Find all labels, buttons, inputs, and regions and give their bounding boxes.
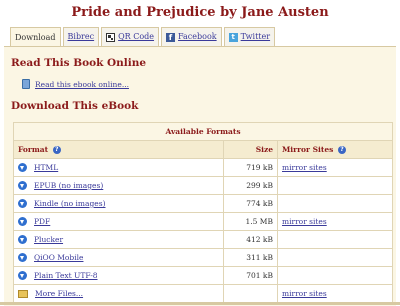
download-icon (18, 181, 27, 190)
qr-code-icon (106, 32, 116, 42)
mirror-cell: mirror sites (277, 158, 393, 177)
tab-qr-code[interactable]: QR Code (101, 27, 160, 46)
format-link-plucker[interactable]: Plucker (34, 235, 63, 244)
format-cell: EPUB (no images) (13, 176, 224, 195)
size-cell: 719 kB (223, 158, 278, 177)
folder-icon (18, 289, 28, 298)
mirror-column-header: Mirror Sites ? (277, 140, 393, 159)
more-files-link[interactable]: More Files... (35, 289, 83, 298)
facebook-icon: f (166, 32, 176, 42)
download-panel: Read This Book Online Read this ebook on… (4, 46, 396, 306)
table-row: Plain Text UTF-8 701 kB (13, 266, 393, 285)
size-cell (223, 284, 278, 303)
mirror-cell (277, 248, 393, 267)
book-icon (22, 79, 30, 89)
mirror-cell (277, 176, 393, 195)
size-cell: 1.5 MB (223, 212, 278, 231)
download-icon (18, 253, 27, 262)
tab-twitter[interactable]: t Twitter (223, 27, 276, 46)
read-online-link[interactable]: Read this ebook online... (35, 80, 129, 89)
format-cell: More Files... (13, 284, 224, 303)
table-row: QiOO Mobile 311 kB (13, 248, 393, 267)
table-row: EPUB (no images) 299 kB (13, 176, 393, 195)
download-icon (18, 235, 27, 244)
mirror-sites-link[interactable]: mirror sites (282, 217, 327, 226)
help-icon[interactable]: ? (337, 146, 346, 154)
size-cell: 299 kB (223, 176, 278, 195)
help-icon[interactable]: ? (52, 146, 61, 154)
mirror-cell: mirror sites (277, 284, 393, 303)
format-cell: Plain Text UTF-8 (13, 266, 224, 285)
tab-twitter-label: Twitter (240, 32, 271, 41)
format-header-label: Format (18, 145, 49, 154)
table-row: Plucker 412 kB (13, 230, 393, 249)
mirror-sites-link[interactable]: mirror sites (282, 289, 327, 298)
tab-bar: Download Bibrec QR Code f Facebook t Twi… (10, 27, 277, 47)
table-caption: Available Formats (13, 122, 393, 141)
size-cell: 311 kB (223, 248, 278, 267)
format-cell: QiOO Mobile (13, 248, 224, 267)
read-online-heading: Read This Book Online (11, 57, 147, 69)
format-cell: HTML (13, 158, 224, 177)
tab-download-label: Download (15, 32, 56, 42)
format-link-epub[interactable]: EPUB (no images) (34, 181, 103, 190)
download-heading: Download This eBook (11, 100, 139, 112)
mirror-header-label: Mirror Sites (282, 145, 334, 154)
table-row: HTML 719 kB mirror sites (13, 158, 393, 177)
tab-download[interactable]: Download (10, 27, 61, 47)
mirror-sites-link[interactable]: mirror sites (282, 163, 327, 172)
tab-bibrec[interactable]: Bibrec (62, 27, 100, 46)
table-row: More Files... mirror sites (13, 284, 393, 303)
format-link-qioo-mobile[interactable]: QiOO Mobile (34, 253, 83, 262)
mirror-cell (277, 194, 393, 213)
download-icon (18, 199, 27, 208)
download-icon (18, 271, 27, 280)
format-column-header: Format ? (13, 140, 224, 159)
twitter-icon: t (228, 32, 238, 42)
page-title: Pride and Prejudice by Jane Austen (71, 5, 329, 20)
download-icon (18, 163, 27, 172)
tab-facebook-label: Facebook (178, 32, 217, 41)
tab-facebook[interactable]: f Facebook (161, 27, 222, 46)
tab-qr-code-label: QR Code (118, 32, 155, 41)
size-column-header: Size (223, 140, 278, 159)
download-icon (18, 217, 27, 226)
formats-table: Available Formats Format ? Size Mirror S… (13, 122, 393, 303)
table-row: PDF 1.5 MB mirror sites (13, 212, 393, 231)
page: Pride and Prejudice by Jane Austen Downl… (0, 0, 400, 306)
format-cell: Kindle (no images) (13, 194, 224, 213)
format-link-plain-text[interactable]: Plain Text UTF-8 (34, 271, 98, 280)
format-cell: Plucker (13, 230, 224, 249)
format-link-kindle[interactable]: Kindle (no images) (34, 199, 106, 208)
table-row: Kindle (no images) 774 kB (13, 194, 393, 213)
mirror-cell (277, 230, 393, 249)
read-online-row: Read this ebook online... (22, 79, 129, 89)
format-cell: PDF (13, 212, 224, 231)
mirror-cell: mirror sites (277, 212, 393, 231)
tab-bibrec-label: Bibrec (67, 32, 95, 41)
size-cell: 774 kB (223, 194, 278, 213)
mirror-cell (277, 266, 393, 285)
format-link-pdf[interactable]: PDF (34, 217, 50, 226)
size-cell: 701 kB (223, 266, 278, 285)
format-link-html[interactable]: HTML (34, 163, 58, 172)
size-cell: 412 kB (223, 230, 278, 249)
